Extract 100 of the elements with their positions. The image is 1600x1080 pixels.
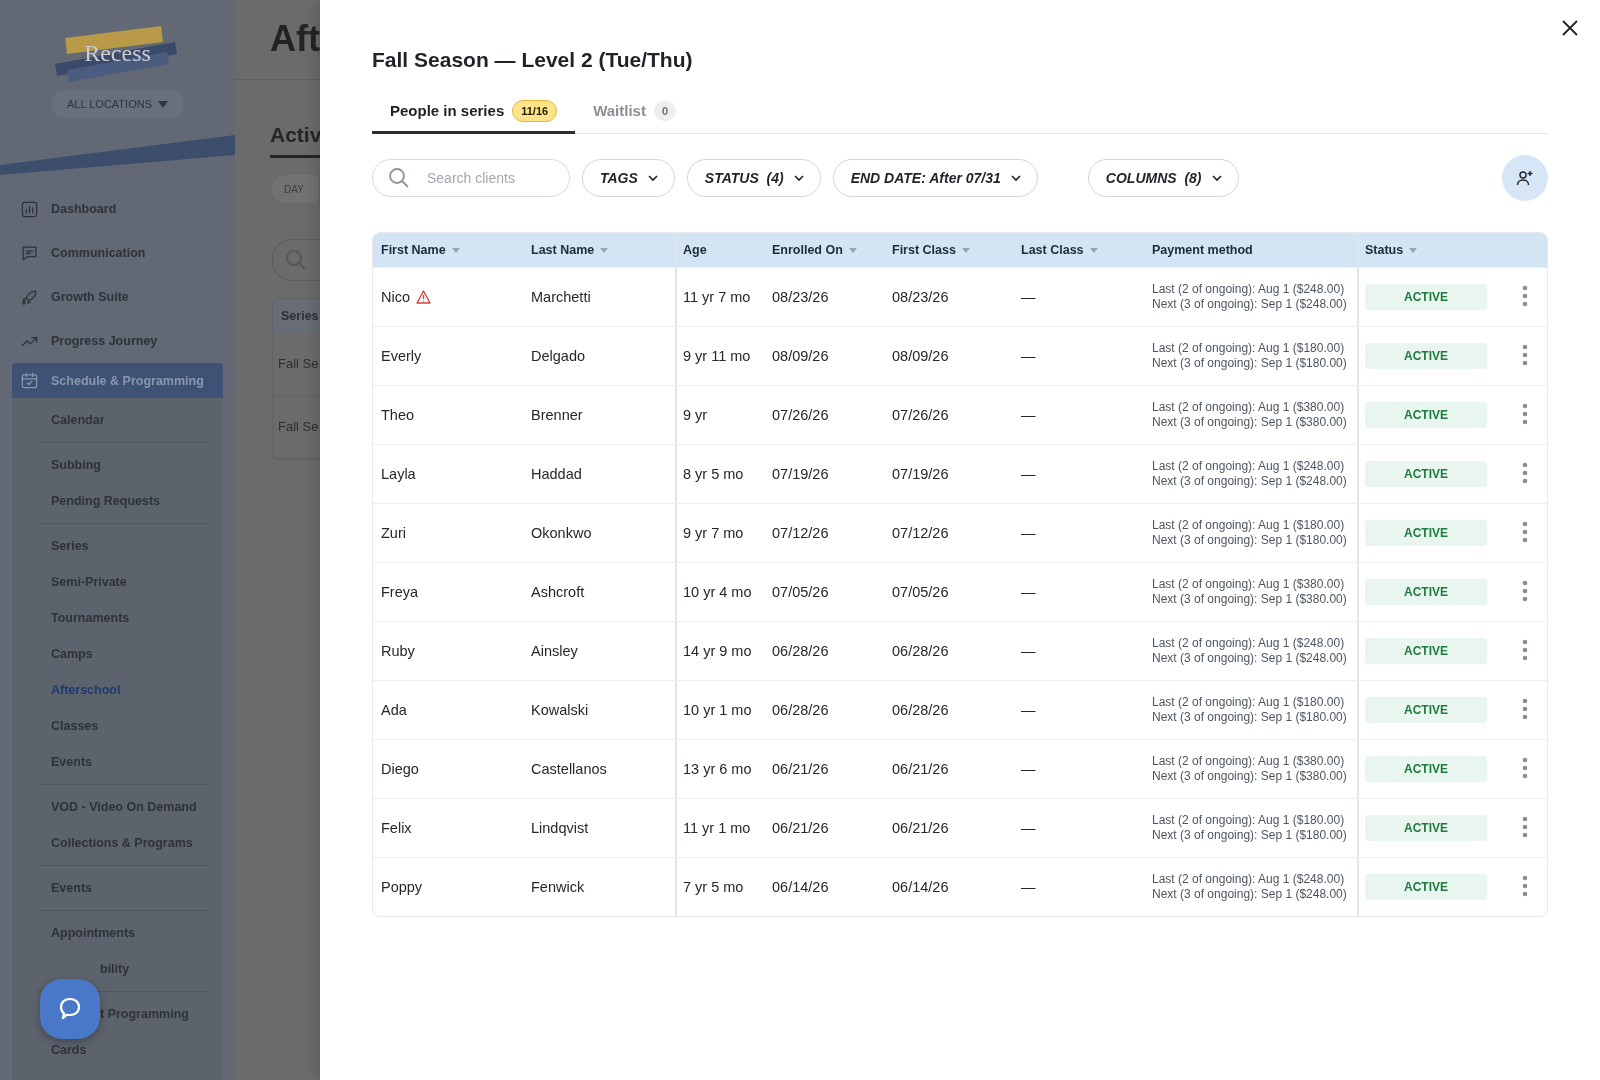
more-button[interactable] [1520, 402, 1530, 426]
payment-text: Last (2 of ongoing): Aug 1 ($248.00) [1152, 871, 1346, 887]
table-cell: Brenner [531, 407, 583, 423]
table-cell: 08/23/26 [892, 289, 949, 305]
table-cell: — [1021, 348, 1036, 364]
sidebar-item[interactable]: Schedule & Programming [12, 363, 223, 398]
more-icon [1520, 520, 1530, 544]
more-icon [1520, 756, 1530, 780]
table-cell: 08/23/26 [772, 289, 829, 305]
table-cell: Lindqvist [531, 820, 589, 836]
table-cell: 06/14/26 [892, 879, 949, 895]
filter-dropdown[interactable]: TAGS [582, 159, 675, 197]
payment-text: Next (3 of ongoing): Sep 1 ($380.00) [1152, 769, 1348, 785]
more-icon [1520, 461, 1530, 485]
more-icon [1520, 638, 1530, 662]
status-badge: ACTIVE [1365, 520, 1487, 546]
more-button[interactable] [1520, 874, 1530, 898]
column-header[interactable]: Last Name [523, 233, 675, 267]
status-badge: ACTIVE [1365, 343, 1487, 369]
table-cell: 06/21/26 [892, 761, 949, 777]
add-person-button[interactable] [1502, 155, 1548, 201]
status-badge: ACTIVE [1365, 638, 1487, 664]
table-cell: 10 yr 1 mo [683, 702, 752, 718]
table-cell: 07/05/26 [892, 584, 949, 600]
chart-icon [20, 199, 39, 219]
more-icon [1520, 579, 1530, 603]
submenu-item[interactable]: Afterschool [38, 672, 209, 708]
chat-button[interactable] [40, 979, 100, 1039]
column-header[interactable]: Age [675, 233, 764, 267]
more-icon [1520, 284, 1530, 308]
table-cell: 08/09/26 [772, 348, 829, 364]
table-cell: 07/19/26 [772, 466, 829, 482]
sidebar-item[interactable]: Communication [12, 231, 223, 275]
sidebar-item[interactable]: Progress Journey [12, 319, 223, 363]
more-icon [1520, 343, 1530, 367]
payment-text: Next (3 of ongoing): Sep 1 ($248.00) [1152, 474, 1348, 490]
table-cell: Nico [381, 289, 410, 305]
table-cell: — [1021, 761, 1036, 777]
filter-dropdown[interactable]: STATUS (4) [686, 159, 821, 197]
table-cell: Fenwick [531, 879, 585, 895]
more-button[interactable] [1520, 284, 1530, 308]
column-header[interactable]: First Name [373, 233, 523, 267]
table-cell: Okonkwo [531, 525, 592, 541]
more-button[interactable] [1520, 461, 1530, 485]
table-cell: 06/28/26 [892, 643, 949, 659]
column-header[interactable]: First Class [884, 233, 1013, 267]
payment-text: Last (2 of ongoing): Aug 1 ($180.00) [1152, 812, 1346, 828]
table-cell: 06/28/26 [772, 643, 829, 659]
sidebar-item[interactable]: Growth Suite [12, 275, 223, 319]
filter-dropdown[interactable]: END DATE: After 07/31 [832, 159, 1038, 197]
filter-dropdown[interactable]: COLUMNS (8) [1087, 159, 1239, 197]
dialog-title: Fall Season — Level 2 (Tue/Thu) [372, 48, 694, 72]
more-button[interactable] [1520, 638, 1530, 662]
column-header[interactable]: Last Class [1013, 233, 1144, 267]
more-button[interactable] [1520, 815, 1530, 839]
table-cell: 11 yr 1 mo [683, 820, 751, 836]
status-badge: ACTIVE [1365, 815, 1487, 841]
more-button[interactable] [1520, 697, 1530, 721]
more-icon [1520, 402, 1530, 426]
sort-icon [1089, 248, 1098, 254]
table-cell: Haddad [531, 466, 582, 482]
status-badge: ACTIVE [1365, 284, 1487, 310]
table-cell: Ada [381, 702, 407, 718]
more-button[interactable] [1520, 756, 1530, 780]
column-header[interactable]: Payment method [1144, 233, 1357, 267]
payment-text: Last (2 of ongoing): Aug 1 ($180.00) [1152, 694, 1346, 710]
column-header[interactable]: Enrolled On [764, 233, 884, 267]
table-cell: Delgado [531, 348, 585, 364]
payment-text: Next (3 of ongoing): Sep 1 ($248.00) [1152, 887, 1348, 903]
tab[interactable]: Waitlist 0 [575, 90, 695, 134]
table-cell: Diego [381, 761, 419, 777]
table-cell: — [1021, 289, 1036, 305]
sidebar-item[interactable]: Dashboard [12, 187, 223, 231]
add-person-icon [1516, 169, 1534, 187]
column-header[interactable]: Status [1357, 233, 1547, 267]
payment-text: Next (3 of ongoing): Sep 1 ($248.00) [1152, 297, 1348, 313]
more-button[interactable] [1520, 579, 1530, 603]
table-cell: Ainsley [531, 643, 578, 659]
more-button[interactable] [1520, 343, 1530, 367]
tab[interactable]: People in series 11/16 [372, 90, 576, 134]
status-badge: ACTIVE [1365, 402, 1487, 428]
table-cell: Ashcroft [531, 584, 585, 600]
table-cell: Freya [381, 584, 419, 600]
table-cell: — [1021, 466, 1036, 482]
more-button[interactable] [1520, 520, 1530, 544]
payment-text: Last (2 of ongoing): Aug 1 ($380.00) [1152, 576, 1346, 592]
search-icon [388, 167, 410, 189]
status-badge: ACTIVE [1365, 461, 1487, 487]
payment-text: Last (2 of ongoing): Aug 1 ($180.00) [1152, 340, 1346, 356]
calendar-icon [20, 371, 39, 390]
payment-text: Next (3 of ongoing): Sep 1 ($380.00) [1152, 415, 1348, 431]
table-cell: 07/12/26 [772, 525, 829, 541]
payment-text: Last (2 of ongoing): Aug 1 ($180.00) [1152, 517, 1346, 533]
sort-icon [961, 248, 970, 254]
table-cell: — [1021, 584, 1036, 600]
status-badge: ACTIVE [1365, 756, 1487, 782]
location-dropdown[interactable]: ALL LOCATIONS [51, 90, 184, 118]
payment-text: Next (3 of ongoing): Sep 1 ($180.00) [1152, 710, 1348, 726]
table-cell: 8 yr 5 mo [683, 466, 744, 482]
payment-text: Next (3 of ongoing): Sep 1 ($180.00) [1152, 828, 1348, 844]
